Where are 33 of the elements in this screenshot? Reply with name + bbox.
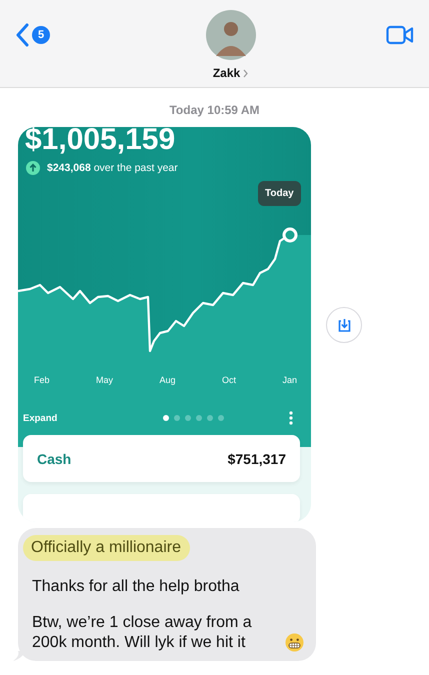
page-dot[interactable]	[162, 415, 169, 421]
page-dot[interactable]	[184, 415, 191, 421]
change-text: $243,068 over the past year	[47, 162, 178, 174]
today-point[interactable]	[282, 228, 298, 242]
page-dot[interactable]	[196, 415, 202, 421]
grimace-emoji-icon	[285, 633, 304, 652]
chevron-icon	[243, 68, 248, 78]
download-icon	[336, 318, 352, 332]
highlighted-text: Officially a millionaire	[23, 535, 190, 561]
month-label: Jan	[282, 375, 297, 385]
account-name: Cash	[37, 450, 72, 466]
month-label: Feb	[34, 375, 50, 385]
balance: $1,005,159	[24, 127, 176, 155]
month-label: May	[96, 375, 113, 385]
timestamp: Today 10:59 AM	[168, 102, 261, 119]
account-card[interactable]: Cash $751,317	[23, 435, 300, 482]
contact-name[interactable]: Zakk	[212, 66, 240, 80]
unread-badge: 5	[32, 26, 50, 44]
month-label: Oct	[222, 375, 236, 385]
account-amount: $751,317	[228, 450, 286, 466]
page-dot[interactable]	[206, 415, 213, 421]
screenshot-image[interactable]: $1,005,159 $243,068 over the past year Today Feb May Aug Oct Jan Expand Cash $751,317	[18, 127, 311, 522]
video-call-icon[interactable]	[386, 25, 414, 45]
back-icon[interactable]	[15, 23, 29, 47]
more-icon[interactable]	[289, 411, 293, 425]
message-text: Thanks for all the help brotha	[32, 577, 240, 597]
save-button[interactable]	[326, 307, 362, 343]
avatar[interactable]	[206, 10, 256, 60]
message-text: Btw, we’re 1 close away from a 200k month. Will lyk if we hit it	[32, 613, 253, 653]
page-dot[interactable]	[174, 415, 180, 421]
page-dot[interactable]	[218, 415, 224, 421]
tooltip: Today	[258, 181, 301, 206]
month-label: Aug	[159, 375, 176, 385]
